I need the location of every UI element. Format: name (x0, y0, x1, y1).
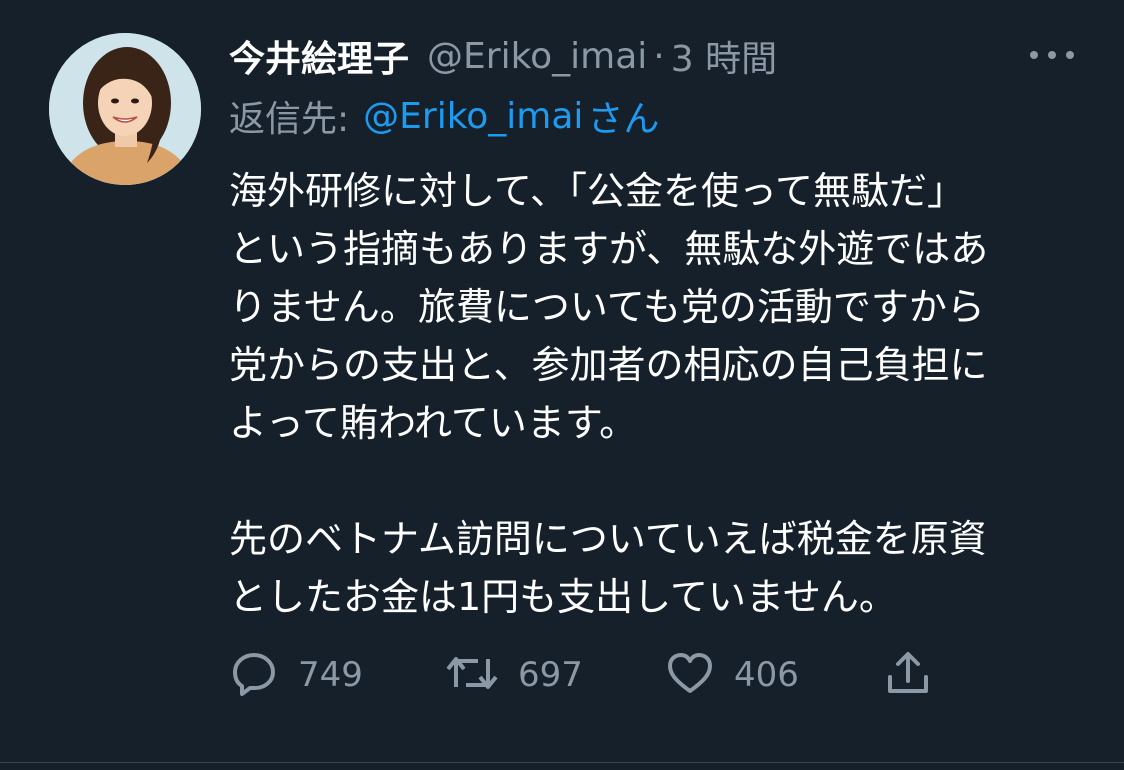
tweet-text-line: 先のベトナム訪問についていえば税金を原資 (229, 517, 987, 561)
reply-count: 749 (298, 655, 363, 695)
reply-to-handle-link[interactable]: @Eriko_imai (363, 96, 583, 137)
avatar-image (49, 33, 201, 185)
tweet-text-line: という指摘もありますが、無駄な外遊ではあ (229, 227, 989, 271)
tweet-text-line: 党からの支出と、参加者の相応の自己負担に (229, 343, 988, 387)
tweet-timestamp[interactable]: 3 時間 (671, 30, 777, 82)
like-button[interactable]: 406 (664, 645, 799, 705)
separator-dot: · (653, 35, 665, 77)
tweet-text-line: 海外研修に対して、「公金を使って無駄だ」 (229, 169, 966, 213)
tweet: 今井絵理子 @Eriko_imai · 3 時間 返信先: @Eriko_ima… (0, 0, 1124, 770)
author-name[interactable]: 今井絵理子 (229, 30, 409, 82)
tweet-text-line: よって賄われています。 (229, 401, 638, 445)
tweet-header: 今井絵理子 @Eriko_imai · 3 時間 (229, 28, 777, 84)
retweet-icon (444, 647, 500, 703)
reply-button[interactable]: 749 (228, 645, 363, 705)
tweet-text-line: としたお金は1円も支出していません。 (229, 575, 897, 619)
retweet-button[interactable]: 697 (444, 645, 583, 705)
reply-suffix-label: さん (587, 99, 660, 140)
tweet-body: 海外研修に対して、「公金を使って無駄だ」 という指摘もありますが、無駄な外遊では… (229, 162, 1089, 626)
like-count: 406 (734, 655, 799, 695)
share-icon (882, 647, 934, 703)
author-handle[interactable]: @Eriko_imai (427, 36, 647, 77)
reply-icon (228, 647, 280, 703)
share-button[interactable] (882, 645, 934, 705)
reply-context: 返信先: @Eriko_imai さん (229, 92, 660, 141)
reply-prefix-label: 返信先: (229, 99, 350, 140)
tweet-actions: 749 697 406 (228, 645, 948, 705)
divider (0, 762, 1124, 763)
avatar[interactable] (49, 33, 201, 185)
heart-icon (664, 647, 716, 703)
tweet-text-line: りません。旅費についても党の活動ですから (229, 285, 985, 329)
more-icon[interactable] (1022, 40, 1082, 70)
retweet-count: 697 (518, 655, 583, 695)
tweet-paragraph: 先のベトナム訪問についていえば税金を原資 としたお金は1円も支出していません。 (229, 510, 1089, 626)
tweet-paragraph: 海外研修に対して、「公金を使って無駄だ」 という指摘もありますが、無駄な外遊では… (229, 162, 1089, 452)
